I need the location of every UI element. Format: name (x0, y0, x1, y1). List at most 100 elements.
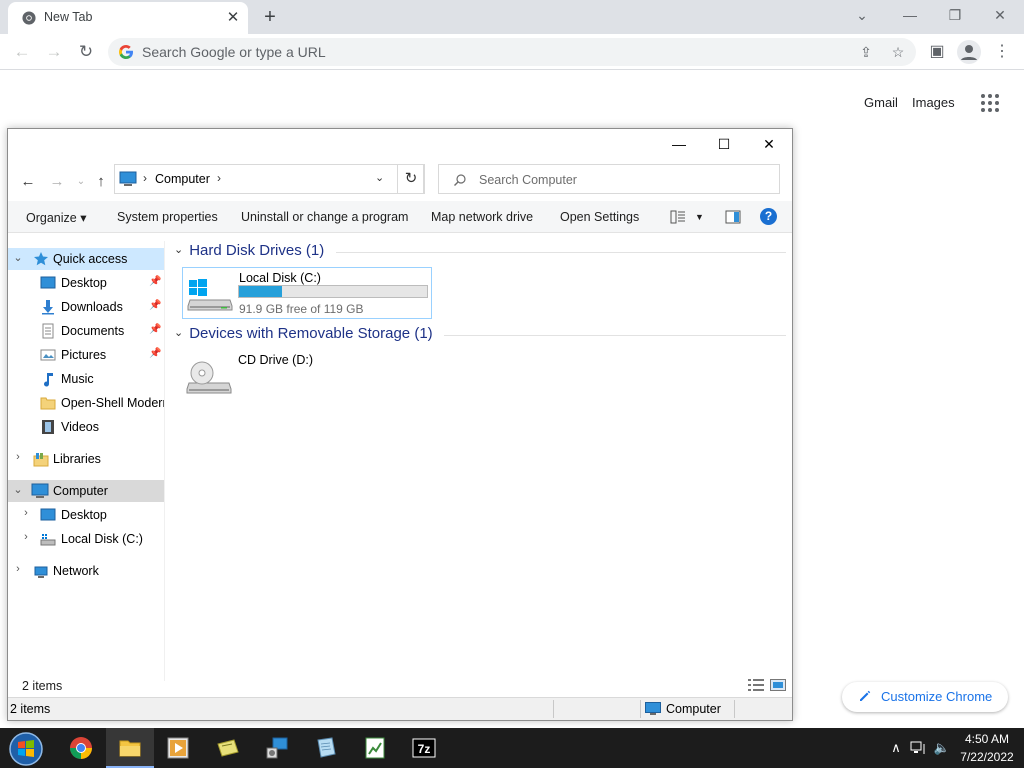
nav-item-desktop[interactable]: Desktop 📌 (8, 272, 164, 294)
group-collapse-icon[interactable]: ⌄ (174, 243, 183, 256)
nav-label: Desktop (61, 276, 107, 290)
reload-icon[interactable]: ↻ (73, 39, 99, 65)
collapsed-chevron-icon[interactable]: › (20, 507, 32, 519)
bookmark-star-icon[interactable]: ☆ (889, 43, 907, 61)
details-view-icon[interactable] (748, 679, 764, 691)
open-settings-button[interactable]: Open Settings (560, 210, 639, 224)
nav-item-quick-access[interactable]: ⌄ Quick access (8, 248, 164, 270)
explorer-close-button[interactable]: ✕ (754, 133, 784, 155)
customize-chrome-button[interactable]: Customize Chrome (842, 682, 1008, 712)
organize-button[interactable]: Organize ▾ (26, 210, 86, 225)
taskbar-control-panel[interactable] (253, 728, 301, 768)
gmail-link[interactable]: Gmail (864, 95, 898, 110)
expanded-chevron-icon[interactable]: ⌄ (12, 483, 24, 496)
nav-item-downloads[interactable]: Downloads 📌 (8, 296, 164, 318)
map-network-drive-button[interactable]: Map network drive (431, 210, 533, 224)
profile-avatar-icon[interactable] (957, 40, 981, 64)
explorer-maximize-button[interactable]: ☐ (709, 133, 739, 155)
search-input[interactable]: Search Computer (438, 164, 780, 194)
address-bar[interactable]: › Computer › ⌄ (114, 164, 424, 194)
taskbar-media-player[interactable] (154, 728, 202, 768)
pictures-icon (40, 349, 56, 361)
help-icon[interactable]: ? (760, 208, 777, 225)
bottom-status-bar: 2 items Computer (8, 697, 792, 720)
taskbar-7zip[interactable]: 7z (400, 728, 448, 768)
minimize-button[interactable]: — (896, 4, 924, 26)
control-panel-icon (266, 737, 288, 759)
view-options-chevron-icon[interactable]: ▼ (695, 212, 704, 222)
network-tray-icon[interactable] (910, 740, 928, 756)
group-header-hard-disks[interactable]: ⌄ Hard Disk Drives (1) (174, 242, 324, 259)
drive-tile-cd-drive-d[interactable]: CD Drive (D:) (182, 351, 432, 403)
uninstall-program-button[interactable]: Uninstall or change a program (241, 210, 408, 224)
share-icon[interactable]: ⇪ (857, 43, 875, 61)
side-panel-icon[interactable]: ▣ (924, 39, 950, 65)
star-icon (34, 252, 48, 266)
large-icons-view-icon[interactable] (770, 679, 786, 691)
back-arrow-icon[interactable]: ← (9, 39, 35, 65)
taskbar-file-explorer[interactable] (106, 728, 154, 768)
refresh-icon[interactable]: ↻ (397, 164, 425, 194)
notepad-icon (317, 737, 336, 758)
explorer-forward-icon[interactable]: → (47, 172, 67, 192)
group-header-removable[interactable]: ⌄ Devices with Removable Storage (1) (174, 325, 433, 342)
tab-close-icon[interactable]: ✕ (224, 9, 242, 27)
command-bar: Organize ▾ System properties Uninstall o… (8, 201, 792, 233)
close-button[interactable]: ✕ (986, 4, 1014, 26)
start-button-icon[interactable] (8, 731, 44, 767)
new-tab-button[interactable]: + (258, 6, 282, 28)
status-divider (553, 700, 554, 718)
nav-item-music[interactable]: Music (8, 368, 164, 390)
nav-item-local-disk[interactable]: › Local Disk (C:) (8, 528, 164, 550)
google-apps-icon[interactable] (980, 93, 1000, 113)
group-divider (444, 335, 786, 336)
explorer-back-icon[interactable]: ← (18, 172, 38, 192)
nav-item-network[interactable]: › Network (8, 560, 164, 582)
images-link[interactable]: Images (912, 95, 955, 110)
collapsed-chevron-icon[interactable]: › (20, 531, 32, 543)
bottom-location-label: Computer (666, 702, 721, 716)
system-properties-button[interactable]: System properties (117, 210, 218, 224)
group-title: Hard Disk Drives (1) (189, 242, 325, 259)
expanded-chevron-icon[interactable]: ⌄ (12, 251, 24, 264)
drive-tile-local-disk-c[interactable]: Local Disk (C:) 91.9 GB free of 119 GB (182, 267, 432, 319)
address-dropdown-icon[interactable]: ⌄ (375, 171, 384, 184)
clock-time[interactable]: 4:50 AM (962, 732, 1012, 746)
nav-item-pictures[interactable]: Pictures 📌 (8, 344, 164, 366)
nav-item-documents[interactable]: Documents 📌 (8, 320, 164, 342)
clock-date[interactable]: 7/22/2022 (956, 750, 1018, 764)
omnibox[interactable]: Search Google or type a URL ⇪ ☆ (108, 38, 916, 66)
explorer-minimize-button[interactable]: — (664, 133, 694, 155)
navigation-pane: ⌄ Quick access Desktop 📌 Downloads 📌 Doc… (8, 241, 164, 683)
taskbar-spreadsheet[interactable] (351, 728, 399, 768)
tab-new-tab[interactable]: New Tab ✕ (8, 2, 248, 34)
collapsed-chevron-icon[interactable]: › (12, 451, 24, 463)
taskbar-notepad[interactable] (302, 728, 350, 768)
forward-arrow-icon[interactable]: → (41, 39, 67, 65)
collapsed-chevron-icon[interactable]: › (12, 563, 24, 575)
group-collapse-icon[interactable]: ⌄ (174, 326, 183, 339)
breadcrumb-separator[interactable]: › (217, 171, 221, 185)
status-item-count: 2 items (22, 679, 63, 693)
taskbar-notes-app[interactable] (204, 728, 252, 768)
volume-icon[interactable]: 🔈 (933, 740, 951, 756)
restore-button[interactable]: ❐ (941, 4, 969, 26)
recent-locations-chevron-icon[interactable]: ⌄ (71, 172, 91, 192)
tab-search-chevron-icon[interactable]: ⌄ (848, 4, 876, 26)
preview-pane-icon[interactable] (725, 209, 741, 225)
breadcrumb-computer[interactable]: Computer (155, 172, 210, 186)
spreadsheet-icon (365, 737, 385, 759)
show-hidden-icons-chevron-icon[interactable]: ∧ (887, 740, 905, 756)
nav-item-open-shell[interactable]: Open-Shell Modern (8, 392, 164, 414)
change-view-icon[interactable] (670, 209, 686, 225)
up-arrow-icon[interactable]: ↑ (91, 172, 111, 192)
nav-item-computer-desktop[interactable]: › Desktop (8, 504, 164, 526)
chrome-menu-icon[interactable]: ⋮ (989, 39, 1015, 65)
nav-item-computer[interactable]: ⌄ Computer (8, 480, 164, 502)
folder-icon (119, 740, 141, 757)
nav-item-libraries[interactable]: › Libraries (8, 448, 164, 470)
nav-item-videos[interactable]: Videos (8, 416, 164, 438)
pane-divider[interactable] (164, 241, 165, 681)
status-divider (734, 700, 735, 718)
taskbar-chrome[interactable] (57, 728, 105, 768)
